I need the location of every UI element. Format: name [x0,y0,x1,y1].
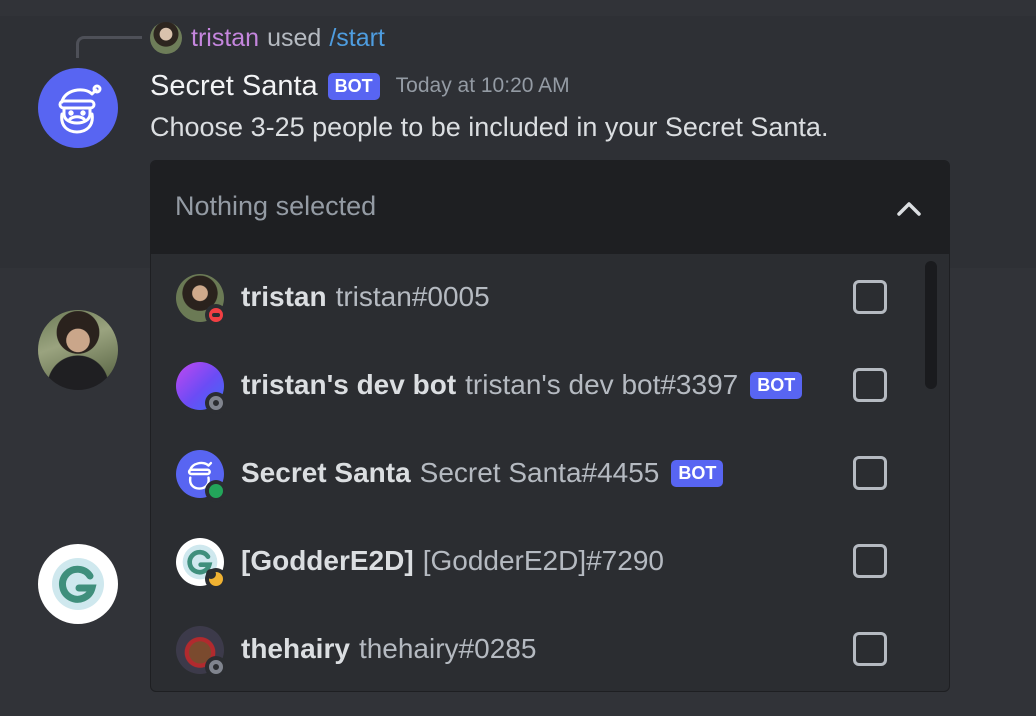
status-dnd-icon [205,304,227,326]
select-option-godder[interactable]: [GodderE2D] [GodderE2D]#7290 [151,518,931,606]
reply-user-avatar[interactable] [150,22,182,54]
tristan-avatar[interactable] [38,310,118,390]
option-description: tristan's dev bot#3397 [465,369,739,400]
bot-badge: BOT [327,72,380,100]
option-description: Secret Santa#4455 [419,457,660,488]
santa-icon [58,84,102,134]
select-menu-header[interactable]: Nothing selected [151,161,949,254]
option-checkbox[interactable] [853,544,887,578]
select-placeholder: Nothing selected [175,191,377,221]
select-option-tristans-dev-bot[interactable]: tristan's dev bot tristan's dev bot#3397… [151,342,931,430]
g-logo-icon [52,558,104,610]
status-offline-icon [205,656,227,678]
user-select-menu[interactable]: Nothing selected tristan tristan#0005 tr… [150,160,950,692]
status-online-icon [205,480,227,502]
slash-command-link[interactable]: /start [329,24,385,53]
select-option-secret-santa[interactable]: Secret Santa Secret Santa#4455 BOT [151,430,931,518]
option-checkbox[interactable] [853,368,887,402]
option-description: [GodderE2D]#7290 [422,545,664,576]
option-description: tristan#0005 [335,281,490,312]
option-name: tristan [241,281,327,312]
chevron-up-icon[interactable] [891,191,927,227]
status-offline-icon [205,392,227,414]
message-author[interactable]: Secret Santa [150,70,318,103]
select-option-tristan[interactable]: tristan tristan#0005 [151,254,931,342]
message-header: Secret Santa BOT Today at 10:20 AM [150,66,570,106]
reply-username[interactable]: tristan [191,24,259,53]
discord-channel: tristan used /start Secret Santa BOT Tod… [0,0,1036,716]
select-option-thehairy[interactable]: thehairy thehairy#0285 [151,606,931,691]
option-checkbox[interactable] [853,456,887,490]
godder-avatar[interactable] [38,544,118,624]
option-checkbox[interactable] [853,280,887,314]
message-timestamp[interactable]: Today at 10:20 AM [396,74,570,98]
status-idle-icon [205,568,227,590]
bot-badge: BOT [671,459,724,487]
option-description: thehairy#0285 [358,633,537,664]
option-name: thehairy [241,633,350,664]
command-reply-header[interactable]: tristan used /start [150,22,385,54]
message-content: Choose 3-25 people to be included in you… [150,112,829,142]
option-name: [GodderE2D] [241,545,414,576]
bot-badge: BOT [750,371,803,399]
options-scrollbar[interactable] [925,261,937,389]
reply-connector [76,36,142,58]
option-name: Secret Santa [241,457,411,488]
reply-used-text: used [267,23,322,52]
bot-avatar[interactable] [38,68,118,148]
option-name: tristan's dev bot [241,369,457,400]
option-checkbox[interactable] [853,632,887,666]
